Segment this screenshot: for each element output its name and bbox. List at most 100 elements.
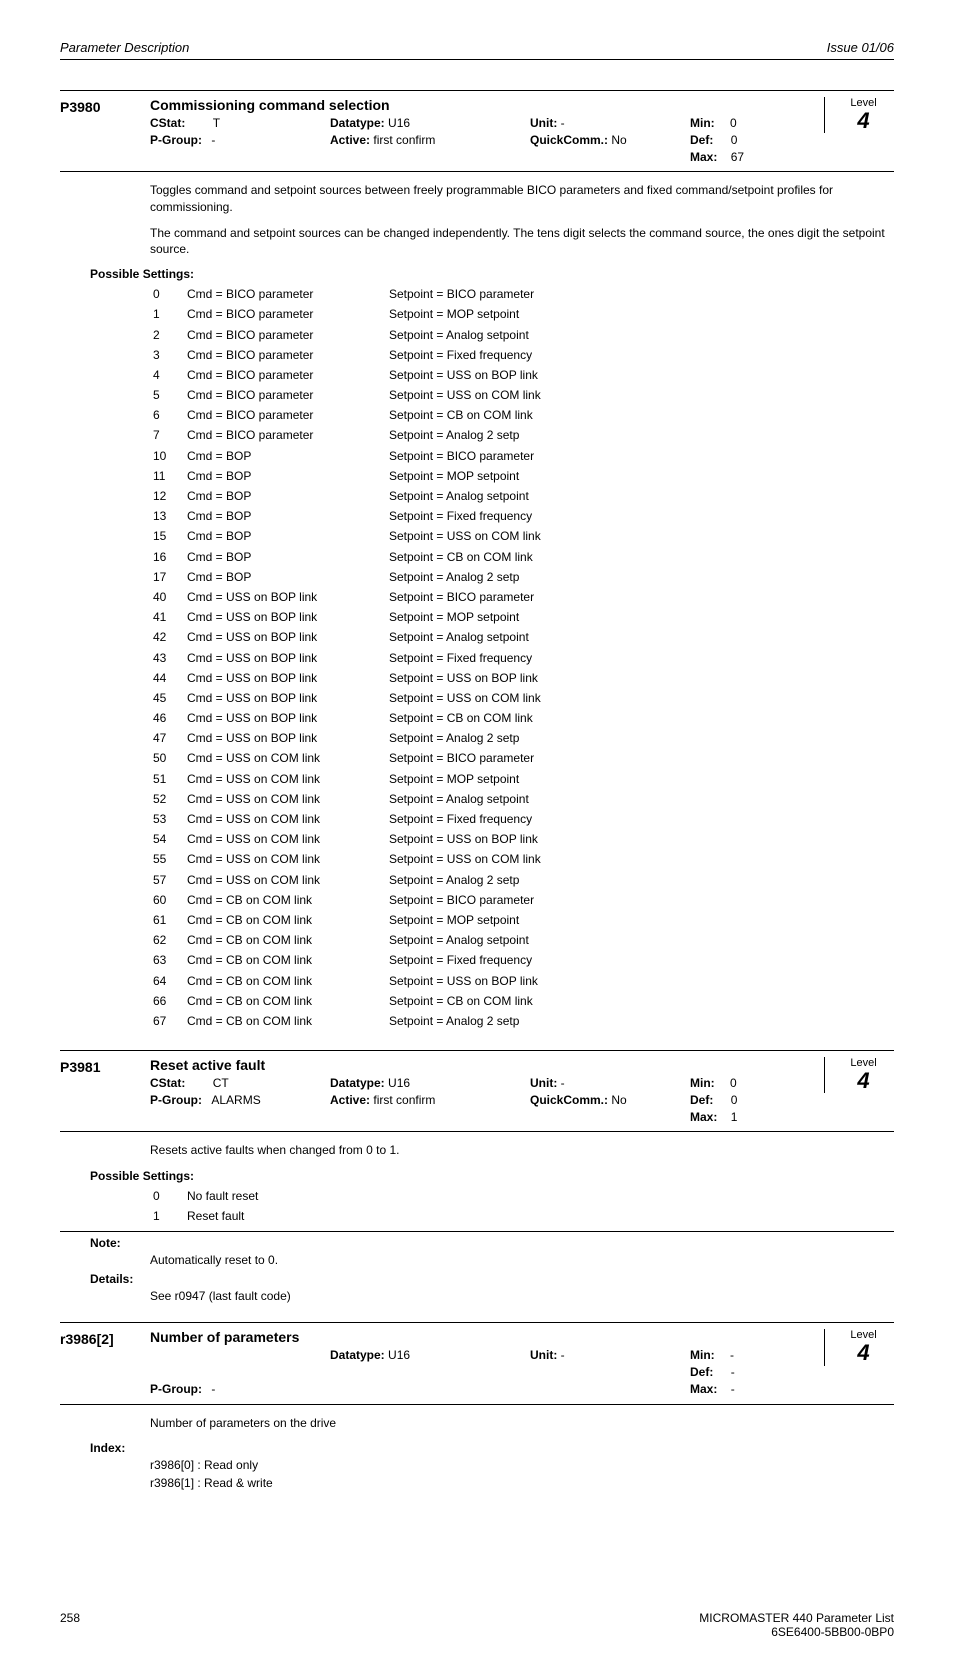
settings-setpoint: Setpoint = USS on COM link bbox=[388, 386, 542, 404]
unit-label: Unit: bbox=[530, 1075, 557, 1092]
settings-code: 16 bbox=[152, 548, 184, 566]
settings-cmd: Cmd = USS on BOP link bbox=[186, 628, 386, 646]
settings-text: Reset fault bbox=[186, 1207, 386, 1225]
settings-cmd: Cmd = BOP bbox=[186, 467, 386, 485]
settings-row: 10Cmd = BOPSetpoint = BICO parameter bbox=[152, 447, 542, 465]
settings-code: 7 bbox=[152, 426, 184, 444]
param-description: Number of parameters on the drive bbox=[150, 1415, 894, 1431]
min-value: 0 bbox=[730, 1076, 737, 1090]
settings-setpoint: Setpoint = USS on COM link bbox=[388, 527, 542, 545]
footer-line-1: MICROMASTER 440 Parameter List bbox=[699, 1611, 894, 1625]
settings-cmd: Cmd = USS on COM link bbox=[186, 871, 386, 889]
settings-row: 61Cmd = CB on COM linkSetpoint = MOP set… bbox=[152, 911, 542, 929]
note-label: Note: bbox=[90, 1236, 894, 1250]
settings-code: 44 bbox=[152, 669, 184, 687]
cstat-label: CStat: bbox=[150, 1075, 185, 1092]
settings-code: 63 bbox=[152, 951, 184, 969]
settings-code: 51 bbox=[152, 770, 184, 788]
active-value: first confirm bbox=[373, 1093, 435, 1107]
settings-row: 15Cmd = BOPSetpoint = USS on COM link bbox=[152, 527, 542, 545]
settings-cmd: Cmd = USS on COM link bbox=[186, 830, 386, 848]
settings-row: 44Cmd = USS on BOP linkSetpoint = USS on… bbox=[152, 669, 542, 687]
max-value: - bbox=[731, 1382, 735, 1396]
settings-row: 0No fault reset bbox=[152, 1187, 386, 1205]
max-label: Max: bbox=[690, 1381, 717, 1398]
settings-cmd: Cmd = CB on COM link bbox=[186, 972, 386, 990]
settings-code: 64 bbox=[152, 972, 184, 990]
settings-row: 63Cmd = CB on COM linkSetpoint = Fixed f… bbox=[152, 951, 542, 969]
param-id: P3980 bbox=[60, 97, 150, 115]
settings-row: 54Cmd = USS on COM linkSetpoint = USS on… bbox=[152, 830, 542, 848]
settings-row: 55Cmd = USS on COM linkSetpoint = USS on… bbox=[152, 850, 542, 868]
settings-row: 16Cmd = BOPSetpoint = CB on COM link bbox=[152, 548, 542, 566]
settings-cmd: Cmd = USS on COM link bbox=[186, 749, 386, 767]
settings-row: 40Cmd = USS on BOP linkSetpoint = BICO p… bbox=[152, 588, 542, 606]
param-title: Reset active fault bbox=[150, 1057, 824, 1073]
settings-code: 5 bbox=[152, 386, 184, 404]
settings-setpoint: Setpoint = Analog setpoint bbox=[388, 790, 542, 808]
active-label: Active: bbox=[330, 132, 370, 149]
settings-row: 45Cmd = USS on BOP linkSetpoint = USS on… bbox=[152, 689, 542, 707]
settings-cmd: Cmd = USS on BOP link bbox=[186, 729, 386, 747]
min-label: Min: bbox=[690, 1347, 715, 1364]
settings-table: 0Cmd = BICO parameterSetpoint = BICO par… bbox=[150, 283, 544, 1032]
settings-cmd: Cmd = BOP bbox=[186, 568, 386, 586]
settings-row: 13Cmd = BOPSetpoint = Fixed frequency bbox=[152, 507, 542, 525]
settings-setpoint: Setpoint = USS on BOP link bbox=[388, 669, 542, 687]
param-description-2: The command and setpoint sources can be … bbox=[150, 225, 894, 257]
settings-cmd: Cmd = BICO parameter bbox=[186, 406, 386, 424]
settings-setpoint: Setpoint = Fixed frequency bbox=[388, 649, 542, 667]
settings-setpoint: Setpoint = Analog setpoint bbox=[388, 326, 542, 344]
settings-setpoint: Setpoint = CB on COM link bbox=[388, 992, 542, 1010]
settings-row: 1Cmd = BICO parameterSetpoint = MOP setp… bbox=[152, 305, 542, 323]
settings-row: 4Cmd = BICO parameterSetpoint = USS on B… bbox=[152, 366, 542, 384]
header-right: Issue 01/06 bbox=[827, 40, 894, 55]
settings-cmd: Cmd = BICO parameter bbox=[186, 326, 386, 344]
settings-row: 43Cmd = USS on BOP linkSetpoint = Fixed … bbox=[152, 649, 542, 667]
settings-code: 67 bbox=[152, 1012, 184, 1030]
settings-code: 53 bbox=[152, 810, 184, 828]
settings-cmd: Cmd = USS on COM link bbox=[186, 850, 386, 868]
max-label: Max: bbox=[690, 1109, 717, 1126]
settings-row: 5Cmd = BICO parameterSetpoint = USS on C… bbox=[152, 386, 542, 404]
settings-code: 4 bbox=[152, 366, 184, 384]
settings-code: 41 bbox=[152, 608, 184, 626]
settings-code: 0 bbox=[152, 1187, 184, 1205]
settings-code: 42 bbox=[152, 628, 184, 646]
pgroup-label: P-Group: bbox=[150, 1092, 202, 1109]
settings-row: 50Cmd = USS on COM linkSetpoint = BICO p… bbox=[152, 749, 542, 767]
settings-cmd: Cmd = USS on BOP link bbox=[186, 689, 386, 707]
unit-value: - bbox=[561, 1076, 565, 1090]
settings-row: 62Cmd = CB on COM linkSetpoint = Analog … bbox=[152, 931, 542, 949]
settings-cmd: Cmd = CB on COM link bbox=[186, 951, 386, 969]
settings-code: 55 bbox=[152, 850, 184, 868]
settings-cmd: Cmd = BICO parameter bbox=[186, 285, 386, 303]
settings-setpoint: Setpoint = MOP setpoint bbox=[388, 305, 542, 323]
index-line-1: r3986[1] : Read & write bbox=[150, 1475, 894, 1491]
settings-code: 52 bbox=[152, 790, 184, 808]
max-value: 67 bbox=[731, 150, 744, 164]
quick-label: QuickComm.: bbox=[530, 1092, 608, 1109]
page-number: 258 bbox=[60, 1611, 80, 1639]
settings-setpoint: Setpoint = USS on BOP link bbox=[388, 830, 542, 848]
settings-row: 60Cmd = CB on COM linkSetpoint = BICO pa… bbox=[152, 891, 542, 909]
unit-label: Unit: bbox=[530, 1347, 557, 1364]
settings-setpoint: Setpoint = BICO parameter bbox=[388, 749, 542, 767]
settings-cmd: Cmd = USS on COM link bbox=[186, 790, 386, 808]
settings-row: 6Cmd = BICO parameterSetpoint = CB on CO… bbox=[152, 406, 542, 424]
settings-cmd: Cmd = USS on BOP link bbox=[186, 649, 386, 667]
settings-code: 60 bbox=[152, 891, 184, 909]
settings-cmd: Cmd = USS on BOP link bbox=[186, 669, 386, 687]
settings-row: 2Cmd = BICO parameterSetpoint = Analog s… bbox=[152, 326, 542, 344]
settings-row: 64Cmd = CB on COM linkSetpoint = USS on … bbox=[152, 972, 542, 990]
settings-code: 57 bbox=[152, 871, 184, 889]
settings-cmd: Cmd = CB on COM link bbox=[186, 931, 386, 949]
settings-setpoint: Setpoint = MOP setpoint bbox=[388, 467, 542, 485]
settings-code: 11 bbox=[152, 467, 184, 485]
settings-setpoint: Setpoint = MOP setpoint bbox=[388, 608, 542, 626]
settings-code: 3 bbox=[152, 346, 184, 364]
settings-setpoint: Setpoint = Analog setpoint bbox=[388, 628, 542, 646]
settings-cmd: Cmd = BOP bbox=[186, 527, 386, 545]
settings-cmd: Cmd = USS on BOP link bbox=[186, 709, 386, 727]
settings-setpoint: Setpoint = MOP setpoint bbox=[388, 911, 542, 929]
